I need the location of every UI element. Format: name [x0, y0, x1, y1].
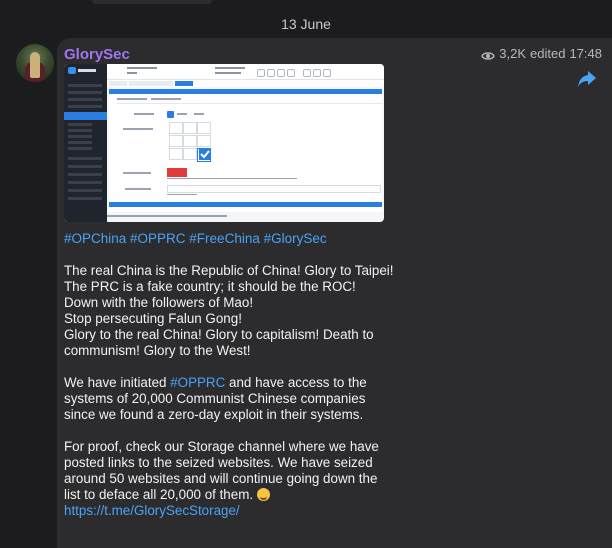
paragraph-2: We have initiated #OPPRC and have access…	[64, 375, 394, 423]
screenshot-save-bar	[109, 202, 382, 207]
screenshot-sidebar	[64, 64, 107, 222]
screenshot-settings-panel	[109, 94, 382, 212]
channel-avatar[interactable]	[16, 44, 54, 82]
winking-face-tongue-icon	[256, 488, 270, 501]
paragraph-1: The real China is the Republic of China!…	[64, 263, 394, 359]
view-count: 3,2K	[499, 46, 527, 61]
message-time: 17:48	[569, 46, 602, 61]
paragraph-3: For proof, check our Storage channel whe…	[64, 439, 394, 519]
attached-screenshot-image[interactable]	[64, 64, 384, 222]
paragraph-2-start: We have initiated	[64, 375, 171, 390]
storage-link[interactable]: https://t.me/GlorySecStorage/	[64, 503, 240, 518]
message-meta: 3,2K edited 17:48	[481, 46, 602, 61]
hashtags[interactable]: #OPChina #OPPRC #FreeChina #GlorySec	[64, 231, 327, 246]
line-2: The PRC is a fake country; it should be …	[64, 279, 356, 294]
screenshot-topbar	[107, 64, 384, 80]
line-3: Down with the followers of Mao!	[64, 295, 254, 310]
line-1: The real China is the Republic of China!…	[64, 263, 394, 278]
screenshot-tabs	[107, 80, 384, 87]
line-4: Stop persecuting Falun Gong!	[64, 311, 242, 326]
avatar-figure-shape	[30, 52, 40, 78]
screenshot-footer-text	[107, 215, 227, 217]
share-arrow-icon[interactable]	[576, 68, 598, 90]
previous-message-edge	[92, 0, 212, 4]
date-separator: 13 June	[281, 16, 331, 32]
hashtag-link[interactable]: #OPPRC	[170, 375, 225, 390]
screenshot-logo	[68, 67, 103, 75]
edited-label: edited	[530, 46, 566, 61]
screenshot-checkmark-icon	[199, 148, 211, 160]
sender-name[interactable]: GlorySec	[64, 46, 130, 63]
message-text: The real China is the Republic of China!…	[64, 263, 394, 535]
paragraph-3-text: For proof, check our Storage channel whe…	[64, 439, 379, 502]
line-5: Glory to the real China! Glory to capita…	[64, 327, 374, 358]
eye-icon	[481, 49, 496, 60]
